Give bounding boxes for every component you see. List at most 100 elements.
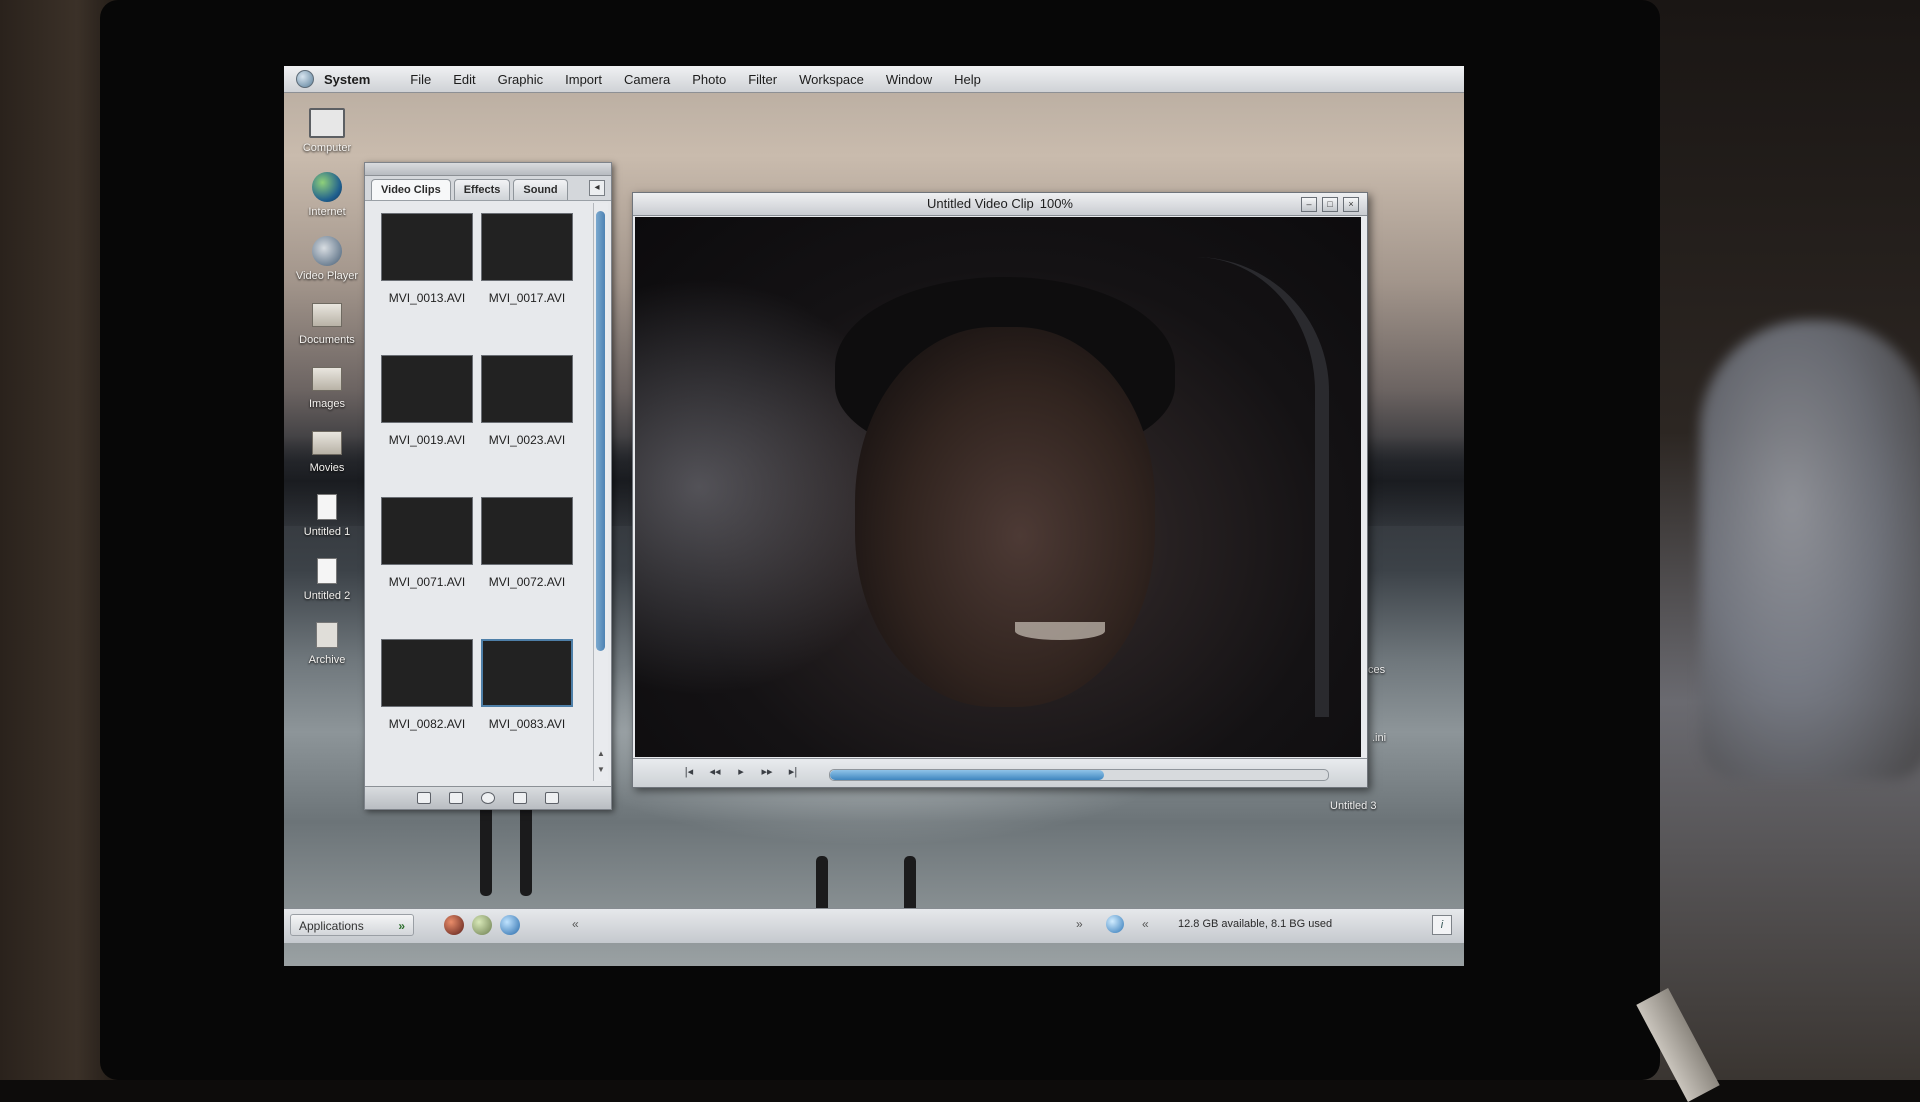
- clip-item[interactable]: MVI_0071.AVI: [379, 497, 475, 617]
- clip-thumbnail: [381, 213, 473, 281]
- folder-icon: [312, 303, 342, 327]
- app-launcher-icon[interactable]: [472, 915, 492, 935]
- menu-photo[interactable]: Photo: [692, 72, 726, 87]
- scroll-down-icon[interactable]: ▼: [596, 765, 606, 774]
- collapse-panel-icon[interactable]: ◂: [589, 180, 605, 196]
- desktop-icon-computer[interactable]: Computer: [292, 106, 362, 170]
- clip-thumbnail: [481, 355, 573, 423]
- folder-icon[interactable]: [449, 792, 463, 804]
- desktop-icon-documents[interactable]: Documents: [292, 298, 362, 362]
- clip-item[interactable]: MVI_0013.AVI: [379, 213, 475, 333]
- playback-progress-fill: [830, 770, 1104, 780]
- expand-right-icon[interactable]: »: [1076, 917, 1083, 931]
- app-launcher-icon[interactable]: [444, 915, 464, 935]
- desktop-icon-label: Internet: [308, 206, 346, 218]
- info-icon[interactable]: i: [1432, 915, 1452, 935]
- clip-item[interactable]: MVI_0072.AVI: [479, 497, 575, 617]
- info-icon[interactable]: [481, 792, 495, 804]
- clip-name: MVI_0013.AVI: [388, 291, 466, 305]
- applications-button[interactable]: Applications »: [290, 914, 414, 936]
- folder-icon: [312, 431, 342, 455]
- browser-icon[interactable]: [500, 915, 520, 935]
- video-subject-smile: [1015, 622, 1105, 640]
- menu-help[interactable]: Help: [954, 72, 981, 87]
- globe-icon: [312, 172, 342, 202]
- desktop-icon-label-partial[interactable]: ces: [1368, 664, 1385, 676]
- desktop-icons: Computer Internet Video Player Documents…: [292, 106, 362, 682]
- maximize-icon[interactable]: □: [1322, 197, 1338, 212]
- transport-controls: |◂ ◂◂ ▸ ▸▸ ▸|: [681, 765, 801, 778]
- screen: System File Edit Graphic Import Camera P…: [284, 66, 1464, 966]
- desktop-icon-label: Untitled 1: [303, 526, 351, 538]
- menu-edit[interactable]: Edit: [453, 72, 475, 87]
- desktop-icon-label: Archive: [308, 654, 346, 666]
- file-icon: [317, 494, 337, 520]
- scroll-up-icon[interactable]: ▲: [596, 749, 606, 758]
- clip-thumbnail: [381, 639, 473, 707]
- clip-name: MVI_0071.AVI: [388, 575, 466, 589]
- file-icon: [317, 558, 337, 584]
- desktop-icon-label-partial[interactable]: .ini: [1372, 732, 1386, 744]
- tab-effects[interactable]: Effects: [453, 179, 511, 200]
- menu-import[interactable]: Import: [565, 72, 602, 87]
- clip-name: MVI_0072.AVI: [488, 575, 566, 589]
- network-icon[interactable]: [1106, 915, 1124, 933]
- menu-window[interactable]: Window: [886, 72, 932, 87]
- tab-video-clips[interactable]: Video Clips: [371, 179, 451, 200]
- clip-item[interactable]: MVI_0017.AVI: [479, 213, 575, 333]
- clip-thumbnail: [481, 639, 573, 707]
- desktop-icon-untitled-1[interactable]: Untitled 1: [292, 490, 362, 554]
- video-subject-face: [855, 327, 1155, 707]
- desktop-icon-archive[interactable]: Archive: [292, 618, 362, 682]
- clips-grid: MVI_0013.AVI MVI_0017.AVI MVI_0019.AVI M…: [365, 201, 591, 773]
- panel-footer: [365, 786, 611, 809]
- collapse-left-icon[interactable]: «: [572, 917, 579, 931]
- menu-filter[interactable]: Filter: [748, 72, 777, 87]
- skip-to-start-icon[interactable]: |◂: [681, 765, 697, 778]
- clip-item[interactable]: MVI_0019.AVI: [379, 355, 475, 475]
- desktop-icon-images[interactable]: Images: [292, 362, 362, 426]
- new-icon[interactable]: [417, 792, 431, 804]
- disk-status: 12.8 GB available, 8.1 BG used: [1178, 918, 1333, 930]
- video-window-titlebar[interactable]: Untitled Video Clip 100% – □ ×: [633, 193, 1367, 216]
- background-person: [1700, 320, 1920, 780]
- collapse-right-icon[interactable]: «: [1142, 917, 1149, 931]
- menu-camera[interactable]: Camera: [624, 72, 670, 87]
- playback-progress-bar[interactable]: [829, 769, 1329, 781]
- video-window: Untitled Video Clip 100% – □ × |◂ ◂◂ ▸ ▸▸…: [632, 192, 1368, 788]
- video-frame[interactable]: [635, 217, 1361, 757]
- rewind-icon[interactable]: ◂◂: [707, 765, 723, 778]
- clip-item[interactable]: MVI_0082.AVI: [379, 639, 475, 759]
- desktop-icon-movies[interactable]: Movies: [292, 426, 362, 490]
- desktop-icon-label: Computer: [302, 142, 352, 154]
- minimize-icon[interactable]: –: [1301, 197, 1317, 212]
- clip-item[interactable]: MVI_0023.AVI: [479, 355, 575, 475]
- clip-item-selected[interactable]: MVI_0083.AVI: [479, 639, 575, 759]
- skip-to-end-icon[interactable]: ▸|: [785, 765, 801, 778]
- clip-name: MVI_0082.AVI: [388, 717, 466, 731]
- system-logo-icon[interactable]: [296, 70, 314, 88]
- panel-scrollbar[interactable]: ▲ ▼: [593, 203, 608, 781]
- video-player-icon: [312, 236, 342, 266]
- desktop-icon-label: Images: [308, 398, 346, 410]
- scrollbar-thumb[interactable]: [596, 211, 605, 651]
- clip-name: MVI_0023.AVI: [488, 433, 566, 447]
- tab-sound[interactable]: Sound: [513, 179, 568, 200]
- menu-workspace[interactable]: Workspace: [799, 72, 864, 87]
- video-window-title: Untitled Video Clip: [927, 196, 1034, 211]
- desktop-icon-untitled-2[interactable]: Untitled 2: [292, 554, 362, 618]
- dock: Applications » « » « 12.8 GB available, …: [284, 908, 1464, 943]
- desktop-icon-internet[interactable]: Internet: [292, 170, 362, 234]
- play-icon[interactable]: [513, 792, 527, 804]
- play-icon[interactable]: ▸: [733, 765, 749, 778]
- menu-graphic[interactable]: Graphic: [498, 72, 544, 87]
- panel-titlebar[interactable]: [365, 163, 611, 176]
- desktop-icon-untitled-3[interactable]: Untitled 3: [1330, 800, 1376, 812]
- trash-icon[interactable]: [545, 792, 559, 804]
- close-icon[interactable]: ×: [1343, 197, 1359, 212]
- system-menu[interactable]: System: [324, 72, 370, 87]
- desktop-icon-video-player[interactable]: Video Player: [292, 234, 362, 298]
- menu-file[interactable]: File: [410, 72, 431, 87]
- computer-icon: [309, 108, 345, 138]
- fast-forward-icon[interactable]: ▸▸: [759, 765, 775, 778]
